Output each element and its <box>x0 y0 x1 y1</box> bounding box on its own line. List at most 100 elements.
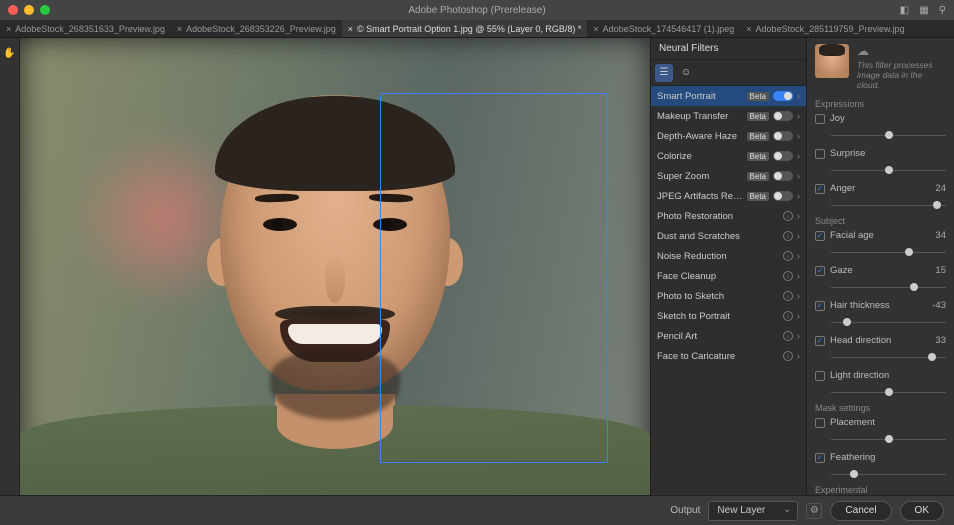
maximize-window-icon[interactable] <box>40 5 50 15</box>
filter-row[interactable]: Makeup TransferBeta› <box>651 106 806 126</box>
tab-close-icon[interactable]: × <box>6 24 11 34</box>
param-slider[interactable] <box>831 198 946 212</box>
panel-icon[interactable]: ◧ <box>900 5 909 16</box>
beta-badge: Beta <box>747 132 769 141</box>
output-value: New Layer <box>717 505 765 516</box>
param-checkbox[interactable] <box>815 371 825 381</box>
download-icon[interactable]: ↓ <box>783 231 793 241</box>
download-icon[interactable]: ↓ <box>783 251 793 261</box>
workspace-icon[interactable]: ▦ <box>919 5 928 16</box>
param-checkbox[interactable] <box>815 336 825 346</box>
filter-row[interactable]: JPEG Artifacts Re…Beta› <box>651 186 806 206</box>
tab-close-icon[interactable]: × <box>746 24 751 34</box>
cloud-note: This filter processes image data in the … <box>857 60 946 91</box>
chevron-right-icon: › <box>797 191 800 201</box>
portrait-filters-icon[interactable]: ☺ <box>677 64 695 82</box>
filter-toggle[interactable] <box>773 191 793 201</box>
chevron-right-icon: › <box>797 251 800 261</box>
face-thumbnail[interactable] <box>815 44 849 78</box>
filter-row[interactable]: Sketch to Portrait↓› <box>651 306 806 326</box>
document-tab[interactable]: ×AdobeStock_268353226_Preview.jpg <box>171 20 342 38</box>
filter-name: Pencil Art <box>657 331 779 342</box>
filter-row[interactable]: Depth-Aware HazeBeta› <box>651 126 806 146</box>
filter-row[interactable]: Dust and Scratches↓› <box>651 226 806 246</box>
filter-row[interactable]: Smart PortraitBeta› <box>651 86 806 106</box>
beta-badge: Beta <box>747 192 769 201</box>
filter-toggle[interactable] <box>773 151 793 161</box>
param-checkbox[interactable] <box>815 149 825 159</box>
param-slider[interactable] <box>831 163 946 177</box>
canvas[interactable] <box>20 38 650 525</box>
param-slider[interactable] <box>831 315 946 329</box>
param-row-gaze: Gaze15 <box>815 263 946 279</box>
param-checkbox[interactable] <box>815 231 825 241</box>
minimize-window-icon[interactable] <box>24 5 34 15</box>
tab-close-icon[interactable]: × <box>593 24 598 34</box>
download-icon[interactable]: ↓ <box>783 331 793 341</box>
tab-close-icon[interactable]: × <box>177 24 182 34</box>
chevron-right-icon: › <box>797 171 800 181</box>
app-title: Adobe Photoshop (Prerelease) <box>0 5 954 16</box>
document-tab[interactable]: ×AdobeStock_174546417 (1).jpeg <box>587 20 740 38</box>
document-tab[interactable]: ×© Smart Portrait Option 1.jpg @ 55% (La… <box>342 20 588 38</box>
filter-name: Face to Caricature <box>657 351 779 362</box>
param-slider[interactable] <box>831 385 946 399</box>
filter-toggle[interactable] <box>773 111 793 121</box>
filter-toggle[interactable] <box>773 131 793 141</box>
param-row-anger: Anger24 <box>815 181 946 197</box>
param-slider[interactable] <box>831 350 946 364</box>
param-checkbox[interactable] <box>815 184 825 194</box>
search-icon[interactable]: ⚲ <box>939 5 946 16</box>
filter-name: Sketch to Portrait <box>657 311 779 322</box>
panel-tool-row: ☰ ☺ <box>651 60 806 86</box>
filter-row[interactable]: Pencil Art↓› <box>651 326 806 346</box>
filter-row[interactable]: Super ZoomBeta› <box>651 166 806 186</box>
param-slider[interactable] <box>831 128 946 142</box>
param-value: 15 <box>928 265 946 276</box>
param-row-hair_thickness: Hair thickness-43 <box>815 298 946 314</box>
param-checkbox[interactable] <box>815 266 825 276</box>
output-select[interactable]: New Layer <box>708 501 798 521</box>
ok-button[interactable]: OK <box>900 501 944 521</box>
all-filters-icon[interactable]: ☰ <box>655 64 673 82</box>
filter-row[interactable]: Face to Caricature↓› <box>651 346 806 366</box>
download-icon[interactable]: ↓ <box>783 271 793 281</box>
filter-toggle[interactable] <box>773 171 793 181</box>
filter-row[interactable]: Face Cleanup↓› <box>651 266 806 286</box>
param-row-surprise: Surprise <box>815 146 946 162</box>
output-settings-icon[interactable]: ⚙ <box>806 503 822 519</box>
cancel-button[interactable]: Cancel <box>830 501 891 521</box>
param-checkbox[interactable] <box>815 418 825 428</box>
filter-name: Makeup Transfer <box>657 111 743 122</box>
filter-row[interactable]: Photo to Sketch↓› <box>651 286 806 306</box>
download-icon[interactable]: ↓ <box>783 211 793 221</box>
download-icon[interactable]: ↓ <box>783 291 793 301</box>
param-row-feathering: Feathering <box>815 450 946 466</box>
photo-portrait <box>20 38 650 525</box>
chevron-right-icon: › <box>797 271 800 281</box>
filters-panel: Neural Filters ☰ ☺ Smart PortraitBeta›Ma… <box>650 38 806 525</box>
tab-close-icon[interactable]: × <box>348 24 353 34</box>
document-tab[interactable]: ×AdobeStock_268351633_Preview.jpg <box>0 20 171 38</box>
document-tab[interactable]: ×AdobeStock_285119759_Preview.jpg <box>740 20 910 38</box>
param-slider[interactable] <box>831 280 946 294</box>
close-window-icon[interactable] <box>8 5 18 15</box>
param-slider[interactable] <box>831 432 946 446</box>
filter-toggle[interactable] <box>773 91 793 101</box>
hand-tool-icon[interactable]: ✋ <box>1 44 19 62</box>
param-slider[interactable] <box>831 467 946 481</box>
param-checkbox[interactable] <box>815 114 825 124</box>
filter-row[interactable]: Photo Restoration↓› <box>651 206 806 226</box>
param-checkbox[interactable] <box>815 301 825 311</box>
download-icon[interactable]: ↓ <box>783 311 793 321</box>
beta-badge: Beta <box>747 152 769 161</box>
beta-badge: Beta <box>747 112 769 121</box>
param-label: Hair thickness <box>830 300 923 311</box>
filter-row[interactable]: ColorizeBeta› <box>651 146 806 166</box>
download-icon[interactable]: ↓ <box>783 351 793 361</box>
filter-row[interactable]: Noise Reduction↓› <box>651 246 806 266</box>
chevron-right-icon: › <box>797 131 800 141</box>
param-slider[interactable] <box>831 245 946 259</box>
param-checkbox[interactable] <box>815 453 825 463</box>
chevron-right-icon: › <box>797 91 800 101</box>
